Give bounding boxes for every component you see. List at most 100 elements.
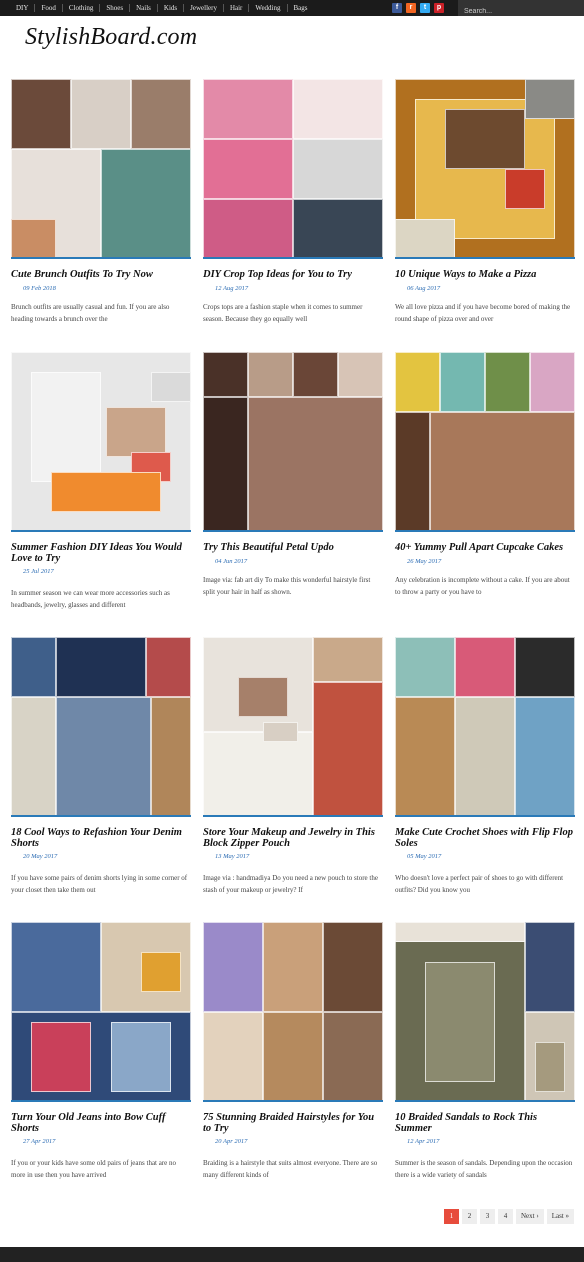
page-2-button[interactable]: 2 xyxy=(462,1209,477,1224)
social-icons: frtp xyxy=(392,3,444,13)
twitter-icon[interactable]: t xyxy=(420,3,430,13)
post-card[interactable]: Make Cute Crochet Shoes with Flip Flop S… xyxy=(395,637,575,907)
nav-item-food[interactable]: Food xyxy=(35,4,63,12)
post-thumbnail[interactable] xyxy=(395,79,575,259)
post-card[interactable]: Turn Your Old Jeans into Bow Cuff Shorts… xyxy=(11,922,191,1192)
post-thumbnail[interactable] xyxy=(203,352,383,532)
nav-item-nails[interactable]: Nails xyxy=(130,4,158,12)
thumbnail-tile xyxy=(323,1012,383,1100)
page-1-button[interactable]: 1 xyxy=(444,1209,459,1224)
nav-item-diy[interactable]: DIY xyxy=(10,4,36,12)
facebook-icon[interactable]: f xyxy=(392,3,402,13)
thumbnail-tile xyxy=(293,79,383,139)
thumbnail-tile xyxy=(101,149,191,257)
post-date: 05 May 2017 xyxy=(407,853,442,860)
post-card[interactable]: DIY Crop Top Ideas for You to Try 12 Aug … xyxy=(203,79,383,349)
post-thumbnail[interactable] xyxy=(203,79,383,259)
post-excerpt: Brunch outfits are usually casual and fu… xyxy=(11,303,170,323)
thumbnail-tile xyxy=(455,637,515,697)
thumbnail-tile xyxy=(31,372,101,482)
post-card[interactable]: 10 Braided Sandals to Rock This Summer 12… xyxy=(395,922,575,1192)
post-title[interactable]: 10 Unique Ways to Make a Pizza xyxy=(395,269,575,280)
next-page-button[interactable]: Next › xyxy=(516,1209,544,1224)
post-title[interactable]: Turn Your Old Jeans into Bow Cuff Shorts xyxy=(11,1112,191,1134)
post-thumbnail[interactable] xyxy=(203,637,383,817)
post-thumbnail[interactable] xyxy=(203,922,383,1102)
page-3-button[interactable]: 3 xyxy=(480,1209,495,1224)
rss-icon[interactable]: r xyxy=(406,3,416,13)
post-title[interactable]: Make Cute Crochet Shoes with Flip Flop S… xyxy=(395,827,575,849)
thumbnail-tile xyxy=(106,407,166,457)
post-title[interactable]: 18 Cool Ways to Refashion Your Denim Sho… xyxy=(11,827,191,849)
thumbnail-tile xyxy=(525,922,575,1012)
thumbnail-tile xyxy=(11,637,56,697)
post-title[interactable]: Try This Beautiful Petal Updo xyxy=(203,542,383,553)
thumbnail-tile xyxy=(515,697,575,815)
thumbnail-tile xyxy=(425,962,495,1082)
post-thumbnail[interactable] xyxy=(11,352,191,532)
thumbnail-tile xyxy=(203,139,293,199)
post-card[interactable]: Cute Brunch Outfits To Try Now 09 Feb 201… xyxy=(11,79,191,349)
post-title[interactable]: DIY Crop Top Ideas for You to Try xyxy=(203,269,383,280)
post-date: 20 May 2017 xyxy=(23,853,58,860)
thumbnail-tile xyxy=(11,922,101,1012)
post-excerpt: If you or your kids have some old pairs … xyxy=(11,1159,177,1179)
search-input[interactable] xyxy=(464,8,574,15)
nav-item-kids[interactable]: Kids xyxy=(158,4,185,12)
site-logo[interactable]: StylishBoard.com xyxy=(25,24,197,51)
thumbnail-tile xyxy=(395,637,455,697)
post-title[interactable]: 75 Stunning Braided Hairstyles for You t… xyxy=(203,1112,383,1134)
thumbnail-tile xyxy=(293,352,338,397)
post-excerpt: Image via : handmadiya Do you need a new… xyxy=(203,874,378,894)
nav-item-wedding[interactable]: Wedding xyxy=(249,4,288,12)
post-date: 12 Apr 2017 xyxy=(407,1138,440,1145)
thumbnail-tile xyxy=(455,697,515,815)
thumbnail-tile xyxy=(248,352,293,397)
post-thumbnail[interactable] xyxy=(11,922,191,1102)
thumbnail-tile xyxy=(151,372,191,402)
post-excerpt: Any celebration is incomplete without a … xyxy=(395,576,570,596)
thumbnail-tile xyxy=(71,79,131,149)
nav-item-clothing[interactable]: Clothing xyxy=(63,4,101,12)
thumbnail-tile xyxy=(11,79,71,149)
thumbnail-tile xyxy=(515,637,575,697)
nav-item-jewellery[interactable]: Jewellery xyxy=(184,4,224,12)
thumbnail-tile xyxy=(11,219,56,257)
post-thumbnail[interactable] xyxy=(395,352,575,532)
page-4-button[interactable]: 4 xyxy=(498,1209,513,1224)
post-card[interactable]: 18 Cool Ways to Refashion Your Denim Sho… xyxy=(11,637,191,907)
thumbnail-tile xyxy=(440,352,485,412)
nav-item-shoes[interactable]: Shoes xyxy=(100,4,131,12)
post-excerpt: We all love pizza and if you have become… xyxy=(395,303,571,323)
nav-item-bags[interactable]: Bags xyxy=(288,4,314,12)
post-card[interactable]: 75 Stunning Braided Hairstyles for You t… xyxy=(203,922,383,1192)
post-title[interactable]: Cute Brunch Outfits To Try Now xyxy=(11,269,191,280)
thumbnail-tile xyxy=(203,1012,263,1100)
pinterest-icon[interactable]: p xyxy=(434,3,444,13)
footer-bar xyxy=(0,1247,584,1262)
thumbnail-tile xyxy=(203,397,248,530)
post-excerpt: Who doesn't love a perfect pair of shoes… xyxy=(395,874,564,894)
post-thumbnail[interactable] xyxy=(11,637,191,817)
post-card[interactable]: 10 Unique Ways to Make a Pizza 06 Aug 201… xyxy=(395,79,575,349)
post-excerpt: Image via: fab art diy To make this wond… xyxy=(203,576,371,596)
post-thumbnail[interactable] xyxy=(395,637,575,817)
last-page-button[interactable]: Last » xyxy=(546,1209,575,1224)
post-date: 20 Apr 2017 xyxy=(215,1138,248,1145)
post-title[interactable]: 40+ Yummy Pull Apart Cupcake Cakes xyxy=(395,542,575,553)
post-thumbnail[interactable] xyxy=(395,922,575,1102)
post-title[interactable]: Store Your Makeup and Jewelry in This Bl… xyxy=(203,827,383,849)
post-date: 27 Apr 2017 xyxy=(23,1138,56,1145)
post-card[interactable]: 40+ Yummy Pull Apart Cupcake Cakes 26 May… xyxy=(395,352,575,622)
post-title[interactable]: 10 Braided Sandals to Rock This Summer xyxy=(395,1112,575,1134)
nav-item-hair[interactable]: Hair xyxy=(224,4,250,12)
post-thumbnail[interactable] xyxy=(11,79,191,259)
post-date: 13 May 2017 xyxy=(215,853,250,860)
post-card[interactable]: Store Your Makeup and Jewelry in This Bl… xyxy=(203,637,383,907)
post-card[interactable]: Try This Beautiful Petal Updo 04 Jun 2017… xyxy=(203,352,383,622)
post-title[interactable]: Summer Fashion DIY Ideas You Would Love … xyxy=(11,542,191,564)
thumbnail-tile xyxy=(146,637,191,697)
thumbnail-tile xyxy=(263,722,298,742)
post-card[interactable]: Summer Fashion DIY Ideas You Would Love … xyxy=(11,352,191,622)
main-nav: DIY Food Clothing Shoes Nails Kids Jewellery Ha… xyxy=(10,0,314,16)
